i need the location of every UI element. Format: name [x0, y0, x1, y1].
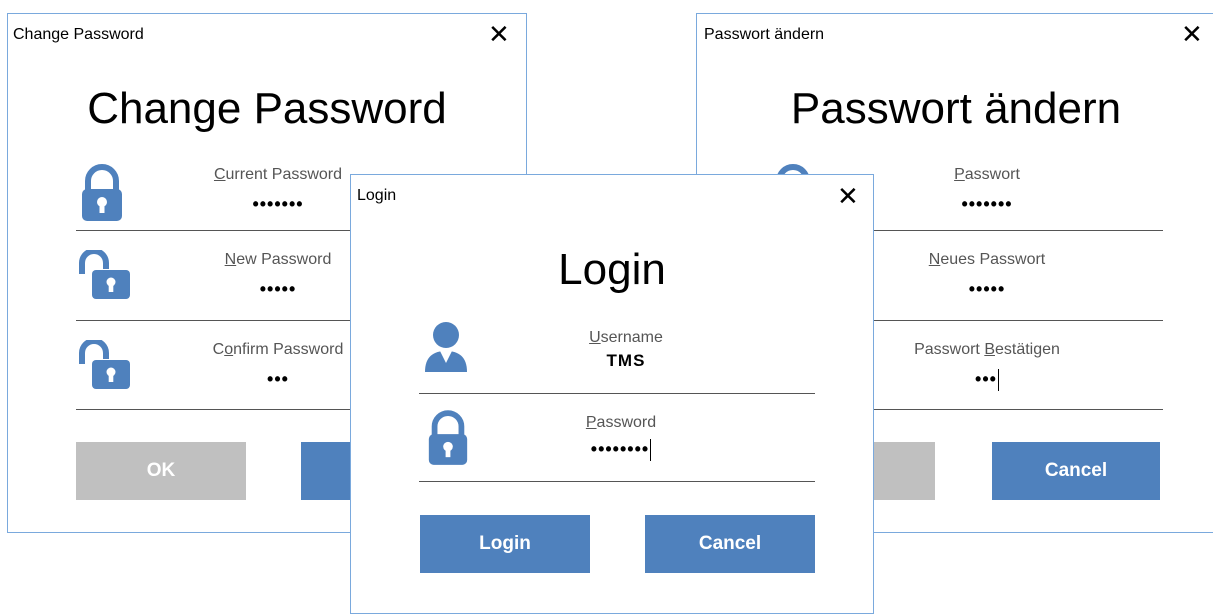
new-password-label: Neues Passwort [928, 251, 1046, 268]
text-cursor [650, 439, 652, 462]
new-password-label: New Password [224, 251, 332, 268]
login-button[interactable]: Login [420, 515, 590, 573]
new-password-field[interactable]: ••••• [188, 279, 368, 300]
confirm-password-field[interactable]: ••• [188, 369, 368, 390]
separator [857, 409, 1163, 410]
password-field[interactable]: ••••••• [877, 194, 1097, 215]
unlock-icon [76, 338, 132, 395]
window-title: Change Password [13, 26, 144, 43]
ok-button[interactable]: OK [76, 442, 246, 500]
separator [857, 230, 1163, 231]
separator [857, 320, 1163, 321]
separator [419, 481, 815, 482]
lock-icon [425, 409, 471, 472]
new-password-field[interactable]: ••••• [877, 279, 1097, 300]
password-field[interactable]: •••••••• [541, 439, 701, 462]
cancel-button[interactable]: Cancel [992, 442, 1160, 500]
password-label: Password [585, 414, 657, 431]
login-dialog: Login ✕ Login Username TMS Password ••••… [350, 174, 874, 614]
close-icon[interactable]: ✕ [837, 183, 859, 209]
confirm-password-field[interactable]: ••• [877, 369, 1097, 392]
confirm-password-label: Confirm Password [212, 341, 344, 358]
confirm-password-label: Passwort Bestätigen [914, 341, 1060, 358]
current-password-label: Current Password [213, 166, 343, 183]
close-icon[interactable]: ✕ [488, 21, 510, 47]
user-icon [423, 321, 469, 378]
dialog-heading: Passwort ändern [790, 84, 1122, 133]
window-title: Login [357, 187, 397, 204]
close-icon[interactable]: ✕ [1181, 21, 1203, 47]
username-field[interactable]: TMS [541, 351, 711, 371]
username-label: Username [589, 329, 663, 346]
window-title: Passwort ändern [704, 26, 825, 43]
current-password-field[interactable]: ••••••• [188, 194, 368, 215]
dialog-heading: Change Password [87, 84, 447, 133]
separator [419, 393, 815, 394]
separator [76, 230, 376, 231]
dialog-heading: Login [558, 245, 666, 294]
separator [76, 320, 376, 321]
cancel-button[interactable]: Cancel [645, 515, 815, 573]
text-cursor [997, 369, 999, 392]
unlock-icon [76, 248, 132, 305]
password-label: Passwort [954, 166, 1020, 183]
separator [76, 409, 376, 410]
lock-icon [78, 164, 126, 227]
